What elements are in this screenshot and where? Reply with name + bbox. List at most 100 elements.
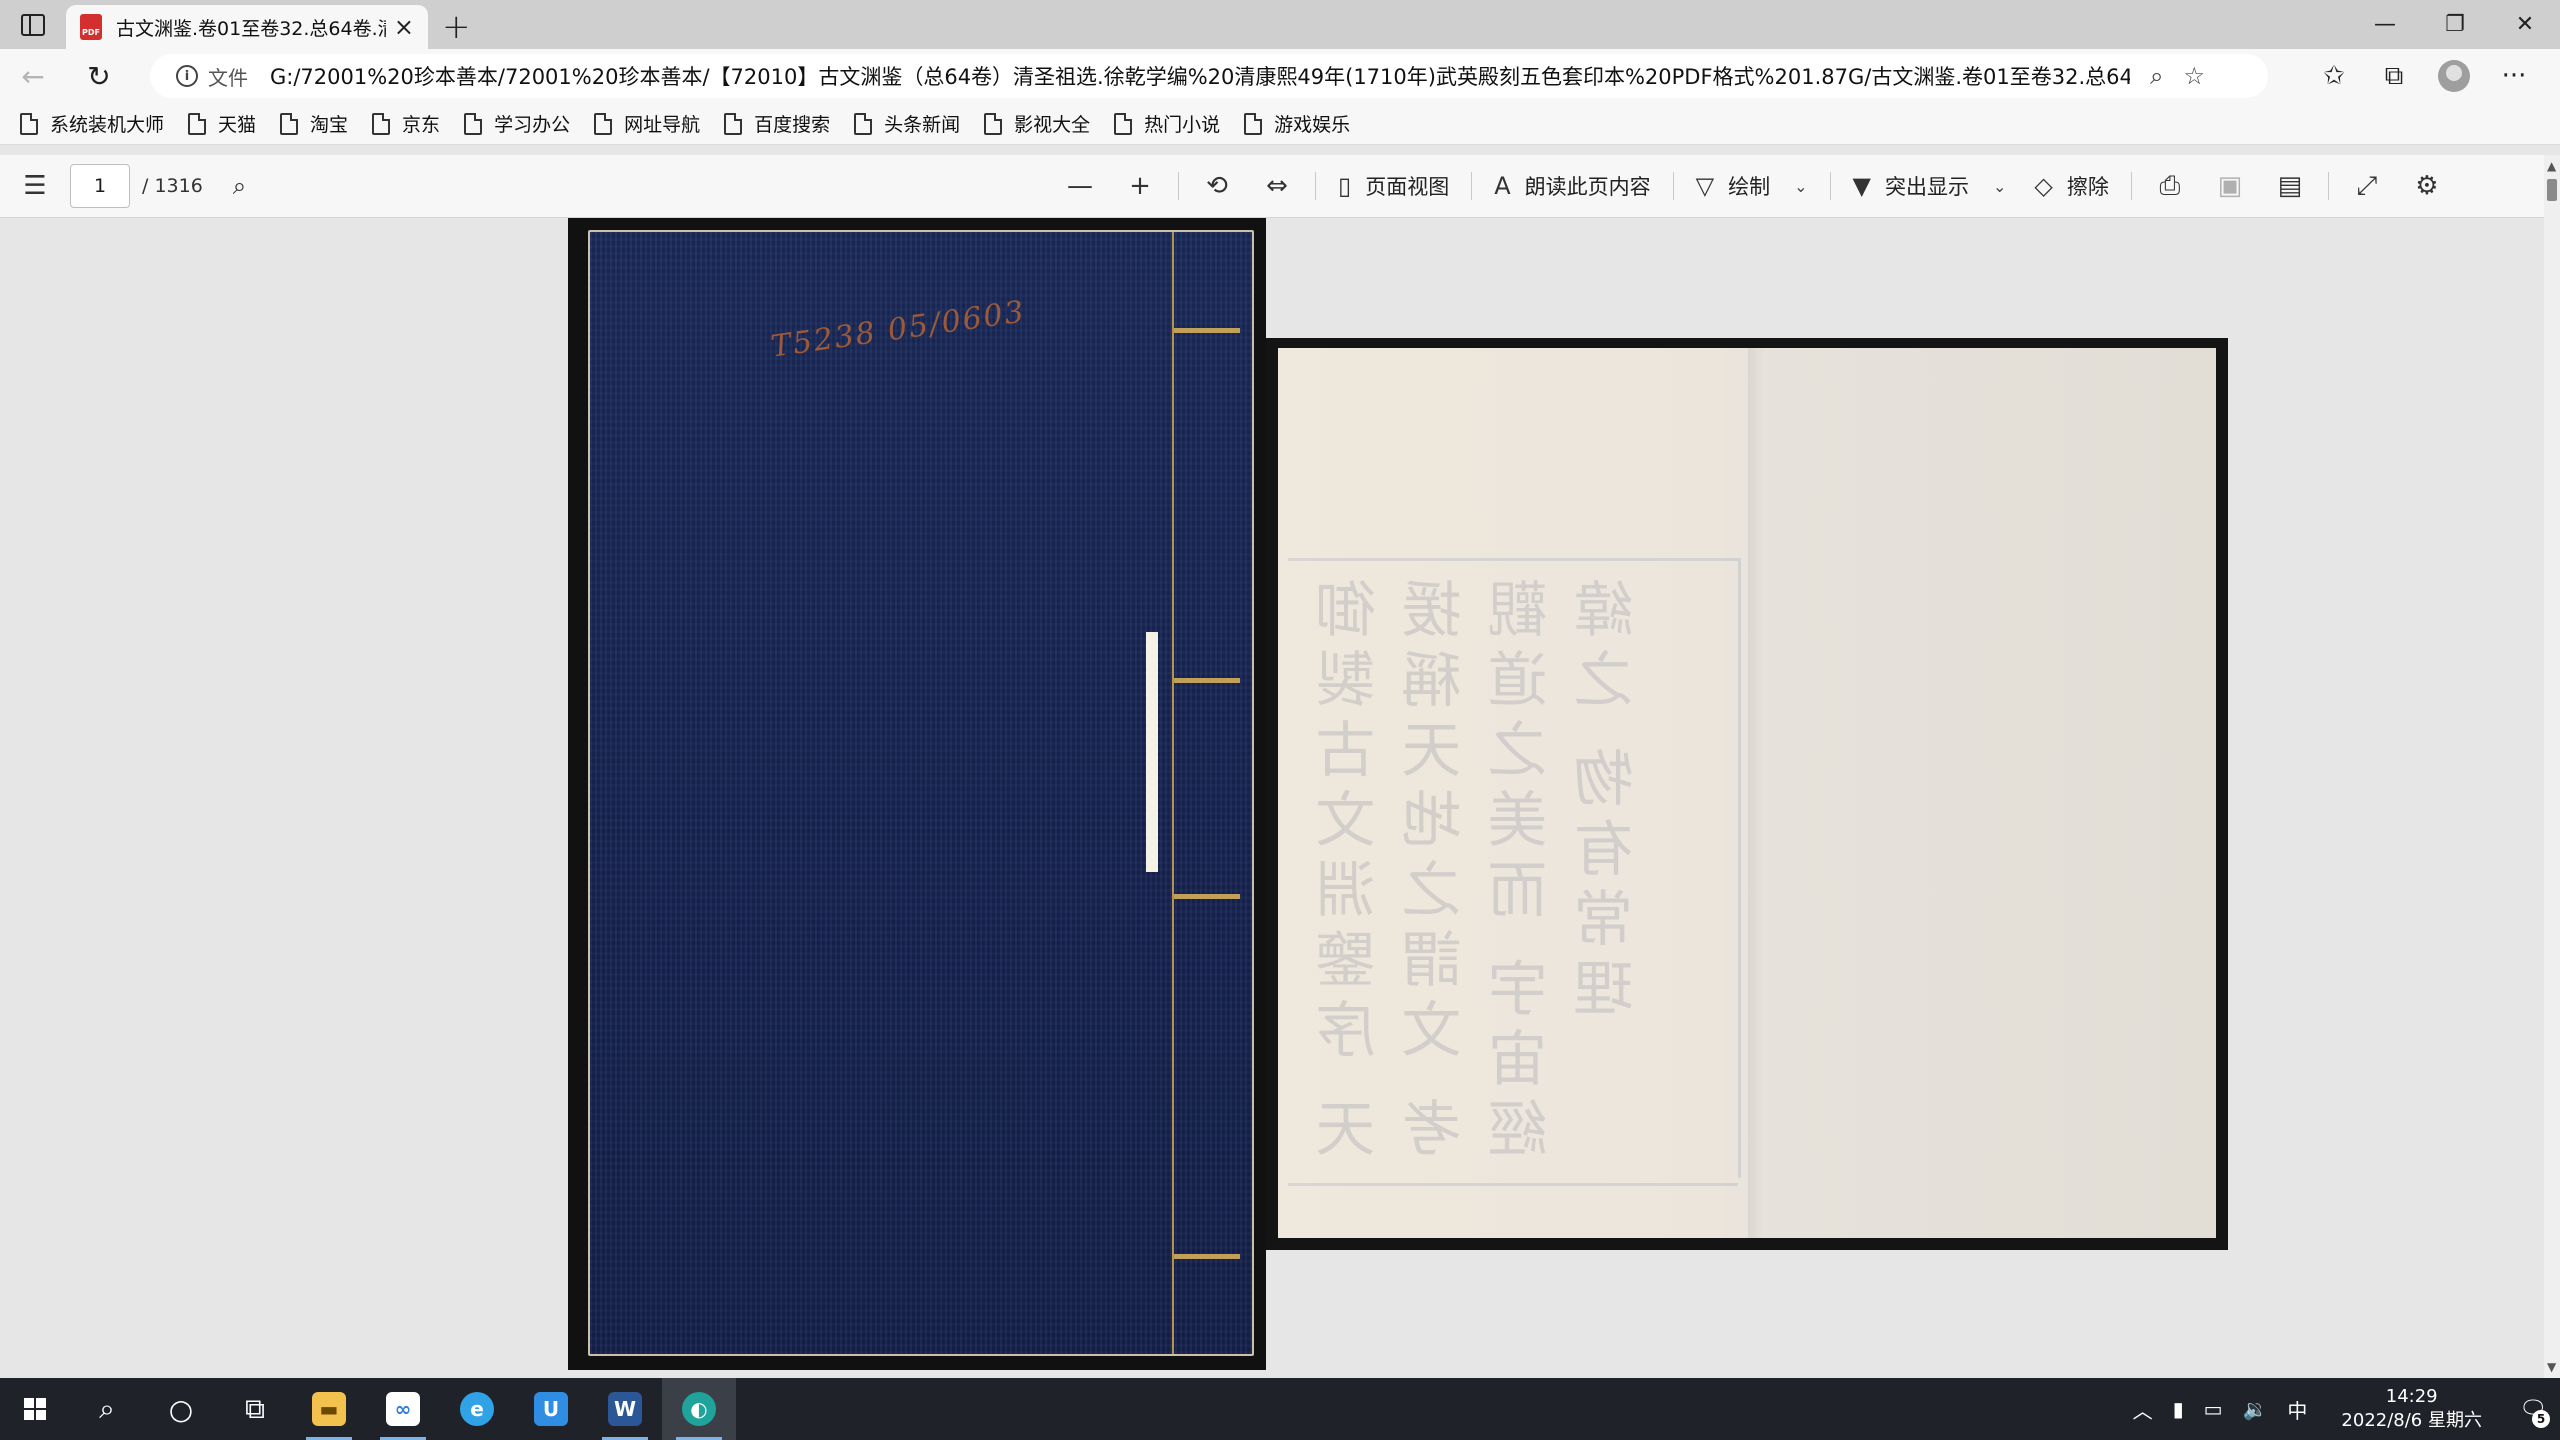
bookmark-item[interactable]: 游戏娱乐 (1244, 110, 1350, 137)
search-icon[interactable]: ⌕ (233, 172, 246, 200)
table-of-contents-icon[interactable]: ☰ (0, 171, 70, 201)
highlight-button[interactable]: ▼ 突出显示 ⌄ (1839, 171, 2021, 201)
browser-tools: ✩ ⧉ ··· (2304, 49, 2544, 103)
tab-close-button[interactable]: × (394, 15, 414, 39)
more-menu-icon[interactable]: ··· (2484, 49, 2544, 103)
pdf-toolbar: ☰ 1 / 1316 ⌕ — + ⟲ ⇔ ▯ 页面视图 A 朗读此页内容 ▽ 绘… (0, 155, 2560, 218)
book-cover: T5238 05/0603 (588, 230, 1254, 1356)
page-view-icon: ▯ (1338, 172, 1352, 200)
window-controls: — ❐ ✕ (2350, 0, 2560, 49)
clock[interactable]: 14:29 2022/8/6 星期六 (2341, 1385, 2482, 1433)
read-aloud-icon: A (1494, 172, 1511, 200)
save-icon[interactable]: ▣ (2200, 171, 2260, 201)
page-icon (1244, 112, 1263, 135)
bookmark-item[interactable]: 百度搜索 (724, 110, 830, 137)
file-explorer-icon[interactable]: ▬ (292, 1378, 366, 1440)
draw-button[interactable]: ▽ 绘制 ⌄ (1682, 171, 1822, 201)
bookmark-item[interactable]: 影视大全 (984, 110, 1090, 137)
restore-button[interactable]: ❐ (2420, 0, 2490, 49)
bookmark-label: 天猫 (218, 114, 257, 136)
volume-icon[interactable]: 🔉 (2243, 1397, 2268, 1421)
chevron-down-icon[interactable]: ⌄ (1993, 177, 2006, 196)
app-u-icon[interactable]: U (514, 1378, 588, 1440)
minimize-button[interactable]: — (2350, 0, 2420, 49)
bookmark-item[interactable]: 网址导航 (594, 110, 700, 137)
draw-label: 绘制 (1728, 175, 1771, 199)
word-icon[interactable]: W (588, 1378, 662, 1440)
separator (2327, 172, 2329, 200)
page-view-button[interactable]: ▯ 页面视图 (1324, 171, 1463, 201)
rotate-icon[interactable]: ⟲ (1187, 171, 1247, 201)
refresh-button[interactable]: ↻ (66, 49, 132, 103)
notification-button[interactable]: 🗨 5 (2506, 1378, 2560, 1440)
zoom-in-icon[interactable]: + (1110, 171, 1170, 201)
e-browser-icon: e (460, 1392, 494, 1426)
bleed-through-text: 御製古文淵鑒序 天援稱天地之謂文 考觀道之美而 宇宙經緯之 物有常理 (1316, 578, 1644, 1168)
bookmark-item[interactable]: 头条新闻 (854, 110, 960, 137)
separator (1829, 172, 1831, 200)
close-window-button[interactable]: ✕ (2490, 0, 2560, 49)
address-bar: ← ↻ i 文件 G:/72001%20珍本善本/72001%20珍本善本/【7… (0, 49, 2560, 103)
start-button[interactable] (0, 1378, 70, 1440)
erase-button[interactable]: ◇ 擦除 (2020, 171, 2122, 201)
binding-stitch (1174, 1254, 1240, 1259)
page-icon (724, 112, 743, 135)
ime-indicator[interactable]: 中 (2287, 1395, 2307, 1424)
info-icon[interactable]: i (176, 65, 198, 87)
usb-icon[interactable]: ▮ (2173, 1397, 2184, 1421)
bookmark-item[interactable]: 学习办公 (464, 110, 570, 137)
cortana-icon[interactable]: ○ (144, 1378, 218, 1440)
edge-icon[interactable]: ◐ (662, 1378, 736, 1440)
scroll-thumb[interactable] (2547, 179, 2557, 201)
chevron-down-icon[interactable]: ⌄ (1794, 177, 1807, 196)
edge-app-icon: ◐ (682, 1392, 716, 1426)
add-favorite-icon[interactable]: ☆ (2183, 62, 2205, 90)
task-view-icon[interactable]: ⧉ (218, 1378, 292, 1440)
collections-icon[interactable]: ⧉ (2364, 49, 2424, 103)
bookmark-label: 游戏娱乐 (1274, 114, 1351, 136)
tab-actions-button[interactable] (0, 0, 66, 49)
url-field[interactable]: i 文件 G:/72001%20珍本善本/72001%20珍本善本/【72010… (150, 54, 2268, 98)
cloud-icon: ∞ (386, 1392, 420, 1426)
u-app-icon: U (534, 1392, 568, 1426)
bookmark-item[interactable]: 热门小说 (1114, 110, 1220, 137)
fit-width-icon[interactable]: ⇔ (1247, 171, 1307, 201)
settings-gear-icon[interactable]: ⚙ (2397, 171, 2457, 201)
page-view-label: 页面视图 (1365, 175, 1450, 199)
search-icon[interactable]: ⌕ (70, 1378, 144, 1440)
vertical-scrollbar[interactable]: ▲ ▼ (2544, 155, 2560, 1378)
page-number-input[interactable]: 1 (70, 164, 130, 208)
url-text[interactable]: G:/72001%20珍本善本/72001%20珍本善本/【72010】古文渊鉴… (270, 61, 2130, 91)
favorites-icon[interactable]: ✩ (2304, 49, 2364, 103)
separator (1178, 172, 1179, 200)
bookmark-label: 影视大全 (1014, 114, 1091, 136)
browser-e-icon[interactable]: e (440, 1378, 514, 1440)
zoom-out-icon[interactable]: — (1050, 171, 1110, 201)
scroll-up-icon[interactable]: ▲ (2547, 159, 2556, 173)
scroll-down-icon[interactable]: ▼ (2547, 1360, 2556, 1374)
shelfmark-inscription: T5238 05/0603 (768, 294, 1028, 365)
bookmark-item[interactable]: 系统装机大师 (20, 110, 164, 137)
network-icon[interactable]: ▭ (2204, 1397, 2223, 1421)
bookmark-item[interactable]: 京东 (372, 110, 440, 137)
book-spine (1172, 232, 1240, 1354)
zoom-icon[interactable]: ⌕ (2150, 62, 2163, 90)
read-aloud-button[interactable]: A 朗读此页内容 (1480, 171, 1664, 201)
fullscreen-icon[interactable]: ⤢ (2337, 171, 2397, 202)
new-tab-button[interactable]: + (442, 5, 471, 49)
tab-pdf-document[interactable]: PDF 古文渊鉴.卷01至卷32.总64卷.清圣 × (66, 5, 428, 49)
print-icon[interactable]: ⎙ (2140, 171, 2200, 202)
chevron-up-icon[interactable]: ︿ (2133, 1395, 2153, 1424)
pdf-viewer[interactable]: T5238 05/0603 御製古文淵鑒序 天援稱天地之謂文 考觀道之美而 宇宙… (0, 218, 2560, 1378)
folder-icon: ▬ (312, 1392, 346, 1426)
windows-taskbar: ⌕ ○ ⧉ ▬ ∞ e U W ◐ ︿ ▮ ▭ 🔉 中 14:29 2022/8… (0, 1378, 2560, 1440)
bookmark-item[interactable]: 淘宝 (280, 110, 348, 137)
back-button[interactable]: ← (0, 49, 66, 103)
baidu-netdisk-icon[interactable]: ∞ (366, 1378, 440, 1440)
bookmark-item[interactable]: 天猫 (188, 110, 256, 137)
save-as-icon[interactable]: ▤ (2260, 171, 2320, 201)
profile-button[interactable] (2424, 49, 2484, 103)
paper-slip (1146, 632, 1158, 872)
bookmark-label: 网址导航 (624, 114, 701, 136)
page-icon (20, 112, 38, 135)
